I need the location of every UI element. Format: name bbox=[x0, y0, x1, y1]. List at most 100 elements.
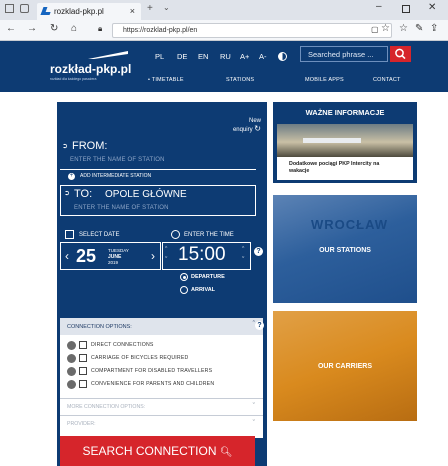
add-intermediate-station-link[interactable]: ADD INTERMEDIATE STATION bbox=[80, 173, 151, 179]
to-label: TO: bbox=[74, 188, 93, 200]
to-field[interactable]: ➲ TO: OPOLE GŁÓWNE ENTER THE NAME OF STA… bbox=[60, 185, 256, 216]
from-icon: ➲ bbox=[62, 143, 68, 150]
browser-tab[interactable]: rozklad-pkp.pl × bbox=[37, 3, 141, 20]
to-icon: ➲ bbox=[64, 190, 70, 197]
option-row-bicycles[interactable]: CARRIAGE OF BICYCLES REQUIRED bbox=[60, 353, 263, 364]
date-details: TUESDAY JUNE 2019 bbox=[108, 248, 129, 266]
logo-swoosh-icon bbox=[88, 51, 128, 59]
options-help-icon[interactable]: ? bbox=[255, 321, 264, 330]
calendar-icon bbox=[65, 230, 74, 239]
browser-tab-bar: rozklad-pkp.pl × + ⌄ – ✕ bbox=[0, 0, 448, 20]
nav-contact[interactable]: CONTACT bbox=[373, 77, 401, 83]
our-stations-card[interactable]: WROCŁAW OUR STATIONS bbox=[273, 195, 417, 303]
to-value: OPOLE GŁÓWNE bbox=[105, 189, 187, 200]
connection-search-form: New enquiry ↻ ➲ FROM: ENTER THE NAME OF … bbox=[57, 102, 267, 466]
connection-options-panel: CONNECTION OPTIONS: ˆ DIRECT CONNECTIONS… bbox=[60, 318, 263, 438]
minimize-icon[interactable]: – bbox=[376, 1, 382, 12]
maximize-icon[interactable] bbox=[402, 5, 410, 13]
chevron-down-icon: ˇ bbox=[252, 420, 255, 427]
logo-tagline: rozkład dla każdego pasażera bbox=[50, 77, 97, 81]
minute-stepper-icon[interactable]: ˆˇ bbox=[242, 246, 244, 266]
back-tabs-icon[interactable] bbox=[20, 4, 29, 13]
lang-en[interactable]: EN bbox=[198, 52, 208, 61]
select-date-label: SELECT DATE bbox=[79, 232, 120, 238]
search-icon bbox=[395, 48, 406, 60]
our-carriers-card[interactable]: OUR CARRIERS bbox=[273, 311, 417, 421]
time-value[interactable]: 15:00 bbox=[178, 244, 226, 266]
enter-time-label: ENTER THE TIME bbox=[184, 232, 234, 238]
refresh-icon[interactable]: ↻ bbox=[50, 23, 58, 34]
font-increase-button[interactable]: A+ bbox=[240, 52, 249, 61]
direct-connections-checkbox[interactable] bbox=[79, 341, 87, 349]
lang-ru[interactable]: RU bbox=[220, 52, 231, 61]
close-window-icon[interactable]: ✕ bbox=[428, 2, 436, 13]
more-connection-options-dropdown[interactable]: MORE CONNECTION OPTIONS: ˇ bbox=[60, 398, 263, 414]
info-caption-box: Dodatkowe pociągi PKP Intercity na wakac… bbox=[277, 157, 413, 180]
site-favicon-icon bbox=[40, 7, 53, 15]
date-year: 2019 bbox=[108, 260, 119, 265]
info-caption: Dodatkowe pociągi PKP Intercity na wakac… bbox=[289, 161, 380, 174]
nav-timetable[interactable]: • TIMETABLE bbox=[148, 77, 184, 83]
time-help-icon[interactable]: ? bbox=[254, 247, 263, 256]
next-day-arrow[interactable]: › bbox=[151, 249, 155, 263]
tab-list-icon[interactable]: ⌄ bbox=[163, 3, 170, 12]
bicycle-icon bbox=[67, 354, 76, 363]
site-search-input[interactable]: Searched phrase ... bbox=[300, 46, 388, 62]
departure-label: DEPARTURE bbox=[191, 274, 225, 280]
from-input[interactable]: ENTER THE NAME OF STATION bbox=[60, 154, 256, 170]
contrast-icon[interactable] bbox=[278, 52, 287, 61]
back-arrow-icon[interactable]: ← bbox=[6, 23, 16, 34]
nav-stations[interactable]: STATIONS bbox=[226, 77, 254, 83]
notes-icon[interactable]: ✎ bbox=[415, 23, 423, 34]
lang-de[interactable]: DE bbox=[177, 52, 187, 61]
favorite-star-icon[interactable]: ☆ bbox=[381, 23, 390, 34]
our-stations-title: OUR STATIONS bbox=[319, 247, 371, 254]
favorites-icon[interactable]: ☆ bbox=[399, 23, 408, 34]
site-search-button[interactable] bbox=[390, 46, 411, 62]
new-enquiry-button[interactable]: New enquiry ↻ bbox=[223, 117, 261, 134]
share-icon[interactable]: ⇪ bbox=[430, 23, 438, 34]
home-icon[interactable]: ⌂ bbox=[71, 23, 77, 34]
from-label: FROM: bbox=[72, 140, 108, 152]
family-icon bbox=[67, 380, 76, 389]
forward-arrow-icon[interactable]: → bbox=[27, 23, 37, 34]
wheelchair-icon bbox=[67, 367, 76, 376]
nav-mobile-apps[interactable]: MOBILE APPS bbox=[305, 77, 344, 83]
browser-address-bar: ← → ↻ ⌂ 🔒︎ https://rozklad-pkp.pl/en ▢ ☆… bbox=[0, 20, 448, 41]
search-connection-button[interactable]: SEARCH CONNECTION 🔍︎ bbox=[60, 436, 255, 466]
direct-connection-icon bbox=[67, 341, 76, 350]
search-icon: 🔍︎ bbox=[219, 447, 233, 458]
close-tab-icon[interactable]: × bbox=[130, 6, 135, 16]
arrival-radio[interactable] bbox=[180, 286, 188, 294]
important-info-title: WAŻNE INFORMACJE bbox=[305, 108, 385, 117]
option-row-disabled[interactable]: COMPARTMENT FOR DISABLED TRAVELLERS bbox=[60, 366, 263, 377]
url-field[interactable]: https://rozklad-pkp.pl/en bbox=[112, 23, 392, 38]
add-station-icon[interactable]: + bbox=[68, 173, 75, 180]
option-row-family[interactable]: CONVENIENCE FOR PARENTS AND CHILDREN bbox=[60, 379, 263, 390]
option-row-direct[interactable]: DIRECT CONNECTIONS bbox=[60, 340, 263, 351]
station-sign: WROCŁAW bbox=[311, 217, 389, 232]
connection-options-header[interactable]: CONNECTION OPTIONS: ˆ bbox=[60, 318, 263, 335]
family-convenience-checkbox[interactable] bbox=[79, 380, 87, 388]
train-photo bbox=[277, 124, 413, 157]
previous-day-arrow[interactable]: ‹ bbox=[65, 249, 69, 263]
site-logo[interactable]: rozkład-pkp.pl bbox=[50, 62, 131, 76]
clock-icon bbox=[171, 230, 180, 239]
chevron-down-icon: ˇ bbox=[252, 403, 255, 410]
font-decrease-button[interactable]: A- bbox=[259, 52, 267, 61]
departure-radio[interactable] bbox=[180, 273, 188, 281]
time-picker: ˆˇ 15:00 ˆˇ bbox=[162, 242, 251, 270]
our-carriers-title: OUR CARRIERS bbox=[317, 363, 373, 370]
tab-actions-icon[interactable] bbox=[5, 4, 14, 13]
reading-view-icon[interactable]: ▢ bbox=[371, 25, 379, 34]
hour-stepper-icon[interactable]: ˆˇ bbox=[165, 246, 167, 266]
bicycles-checkbox[interactable] bbox=[79, 354, 87, 362]
disabled-compartment-checkbox[interactable] bbox=[79, 367, 87, 375]
refresh-enquiry-icon: ↻ bbox=[254, 124, 261, 133]
important-info-card[interactable]: WAŻNE INFORMACJE Dodatkowe pociągi PKP I… bbox=[273, 102, 417, 183]
provider-dropdown[interactable]: PROVIDER: ˇ bbox=[60, 415, 263, 431]
new-tab-icon[interactable]: + bbox=[147, 3, 153, 14]
lang-pl[interactable]: PL bbox=[155, 52, 164, 61]
train-shape bbox=[303, 138, 361, 143]
date-picker: ‹ 25 TUESDAY JUNE 2019 › bbox=[60, 242, 161, 270]
